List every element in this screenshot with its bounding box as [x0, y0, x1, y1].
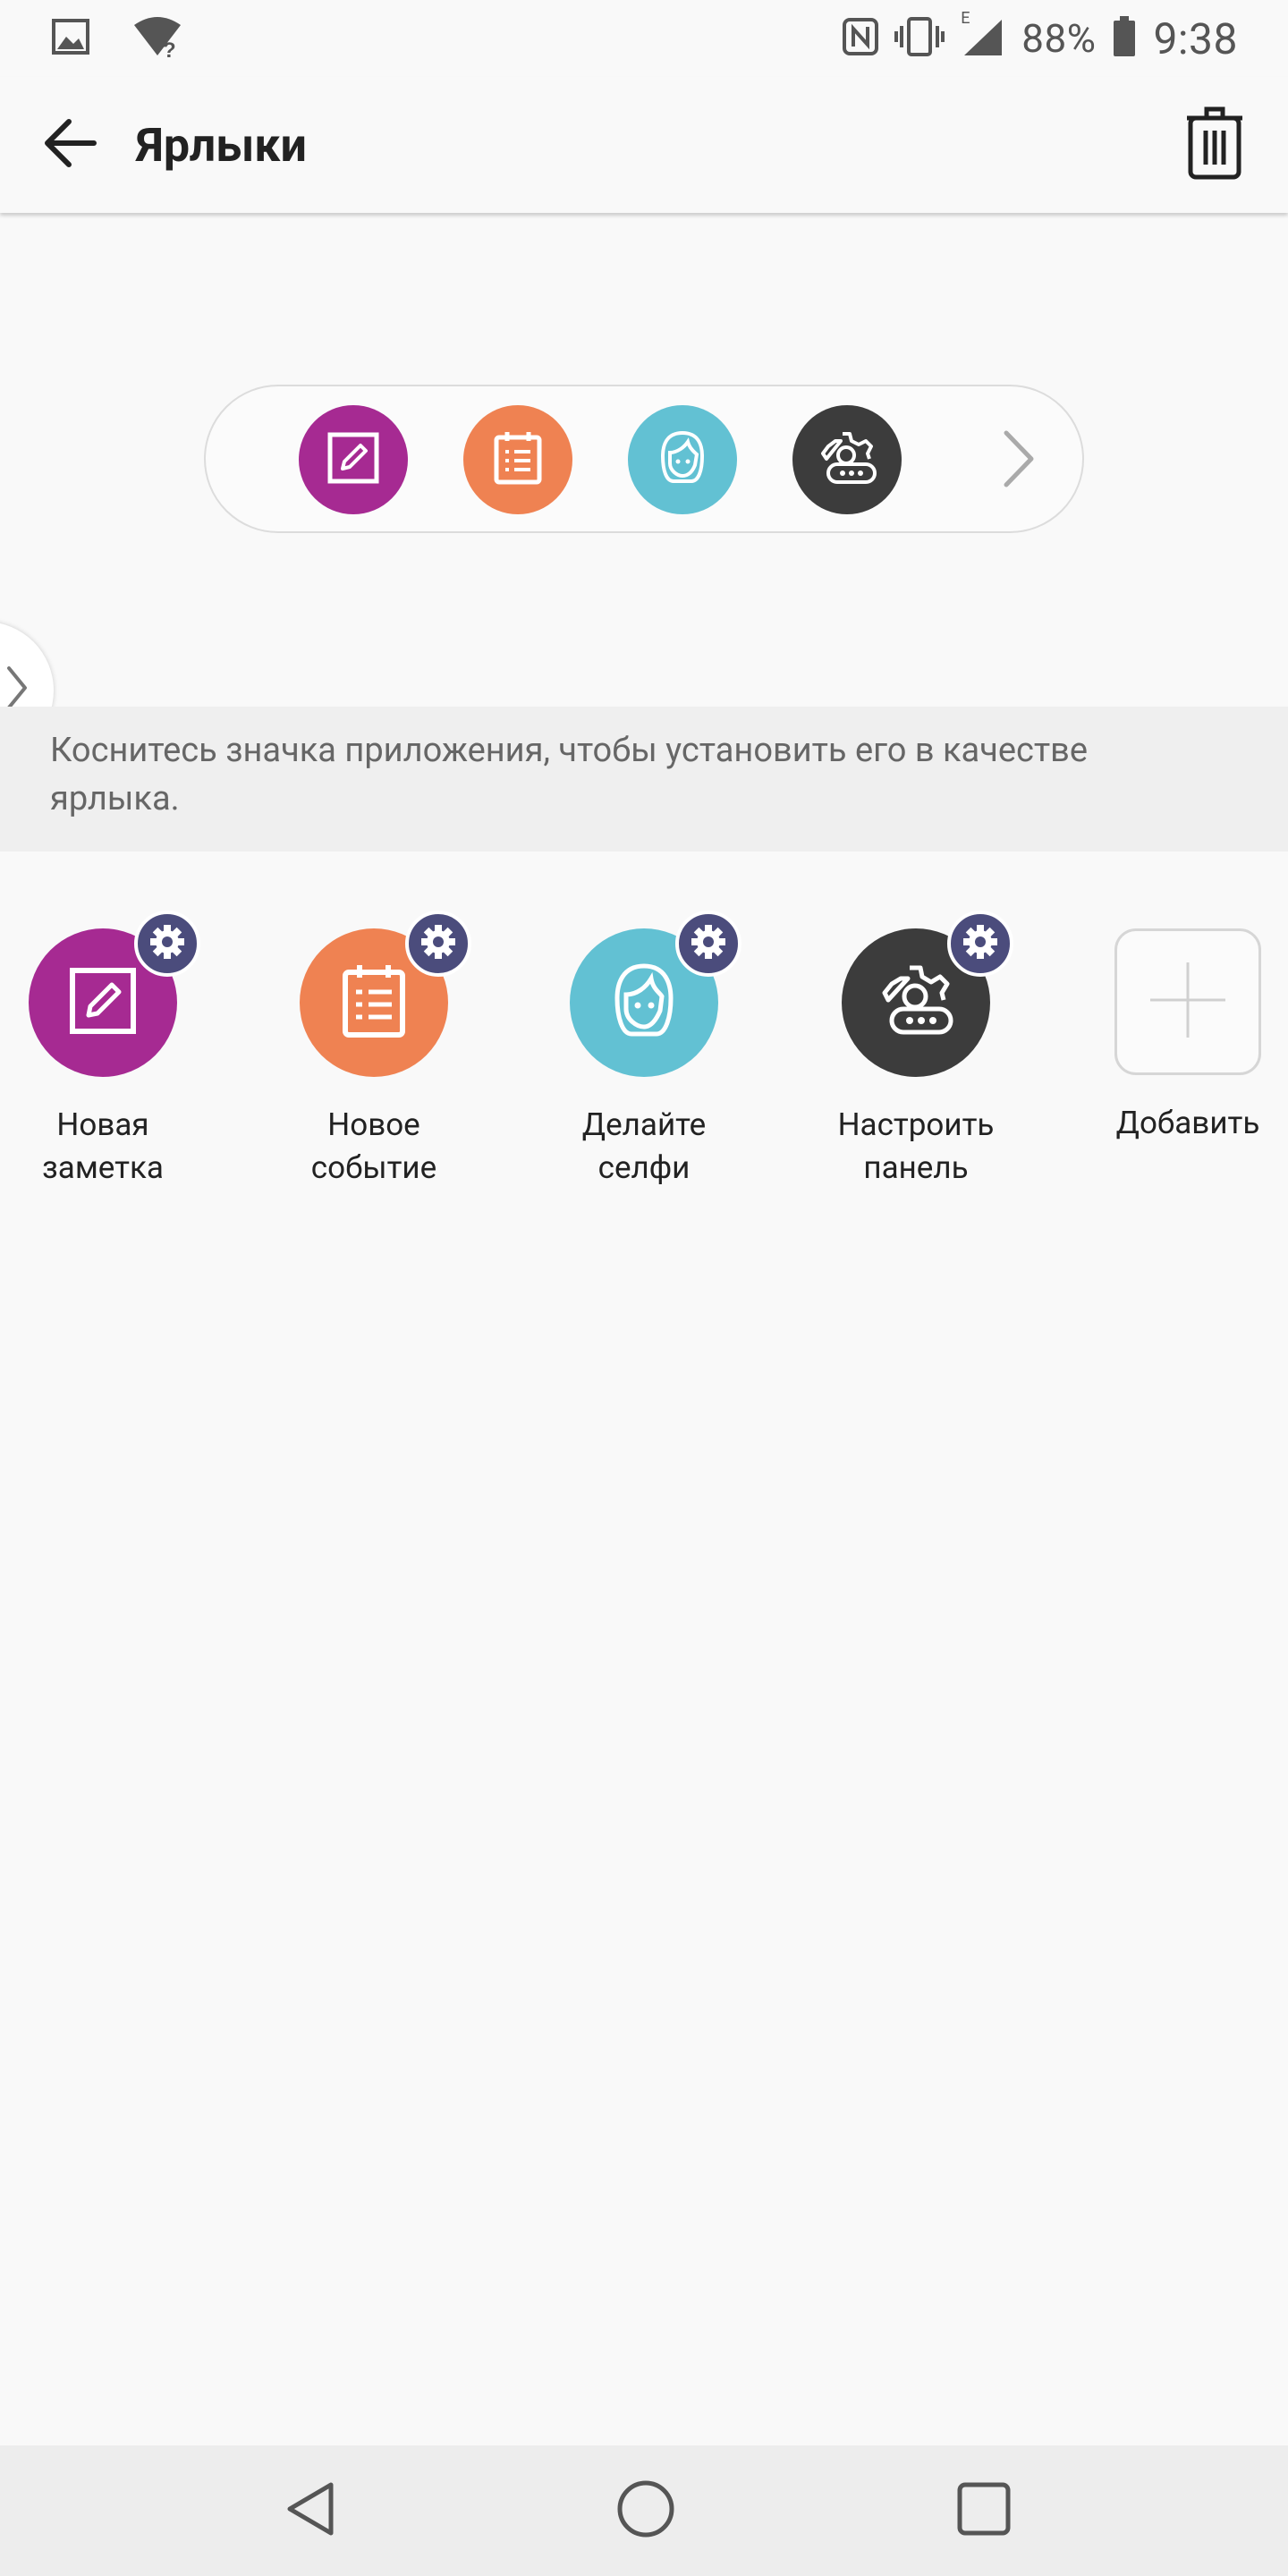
- status-bar: ? E 88% 9:38: [0, 0, 1288, 77]
- shortcut-take-selfie[interactable]: Делайте селфи: [541, 911, 747, 1190]
- svg-text:?: ?: [163, 38, 176, 57]
- signal-icon: E: [961, 9, 1005, 61]
- add-shortcut[interactable]: Добавить: [1085, 928, 1288, 1145]
- shortcut-label: Новое событие: [310, 1106, 437, 1186]
- preview-note-item[interactable]: [299, 405, 408, 514]
- navigation-bar: [0, 2445, 1288, 2576]
- arrow-back-icon: [42, 118, 97, 172]
- nfc-icon: [843, 18, 879, 59]
- shortcut-label: Новая заметка: [42, 1106, 164, 1186]
- shortcut-icon[interactable]: [570, 911, 741, 1077]
- selfie-icon: [656, 429, 709, 490]
- shortcut-customize-panel[interactable]: Настроить панель: [813, 911, 1019, 1190]
- gear-icon: [690, 923, 727, 964]
- note-icon: [326, 431, 380, 488]
- home-circle-icon: [616, 2479, 675, 2542]
- gear-icon: [962, 923, 999, 964]
- recents-square-icon: [956, 2481, 1012, 2540]
- vibrate-icon: [894, 17, 945, 60]
- back-button[interactable]: [34, 109, 106, 181]
- shortcut-settings-button[interactable]: [134, 911, 200, 977]
- page-title: Ярлыки: [136, 118, 308, 173]
- shortcut-label: Настроить панель: [837, 1106, 995, 1186]
- hint-text: Коснитесь значка приложения, чтобы устан…: [50, 731, 1089, 818]
- shortcut-icon[interactable]: [300, 911, 471, 1077]
- calendar-icon: [338, 963, 410, 1042]
- gear-icon: [148, 923, 186, 964]
- shortcut-new-note[interactable]: Новая заметка: [0, 911, 206, 1190]
- battery-percent: 88%: [1021, 15, 1097, 62]
- shortcut-icon[interactable]: [842, 911, 1013, 1077]
- wifi-unknown-icon: ?: [132, 16, 182, 63]
- shortcut-new-event[interactable]: Новое событие: [271, 911, 477, 1190]
- shortcut-settings-button[interactable]: [947, 911, 1013, 977]
- note-icon: [67, 965, 139, 1040]
- plus-icon: [1147, 959, 1229, 1045]
- calendar-icon: [491, 430, 545, 489]
- trash-icon: [1185, 106, 1244, 184]
- shortcut-preview-bar: [204, 385, 1084, 533]
- battery-icon: [1112, 16, 1137, 61]
- nav-home-button[interactable]: [607, 2472, 684, 2549]
- nav-back-button[interactable]: [272, 2472, 349, 2549]
- preview-calendar-item[interactable]: [463, 405, 572, 514]
- delete-button[interactable]: [1170, 100, 1259, 190]
- app-bar: Ярлыки: [0, 77, 1288, 213]
- gallery-icon: [52, 19, 89, 58]
- preview-settings-panel-item[interactable]: [792, 405, 902, 514]
- nav-recents-button[interactable]: [945, 2472, 1022, 2549]
- back-triangle-icon: [283, 2479, 338, 2542]
- shortcut-label: Делайте селфи: [581, 1106, 707, 1186]
- selfie-icon: [608, 962, 680, 1043]
- add-shortcut-label: Добавить: [1115, 1105, 1260, 1141]
- hint-banner: Коснитесь значка приложения, чтобы устан…: [0, 707, 1288, 852]
- shortcut-settings-button[interactable]: [405, 911, 471, 977]
- settings-panel-icon: [876, 962, 956, 1043]
- add-shortcut-button[interactable]: [1114, 928, 1261, 1075]
- settings-panel-icon: [816, 428, 878, 491]
- gear-icon: [419, 923, 457, 964]
- shortcut-icon[interactable]: [29, 911, 200, 1077]
- chevron-right-icon: [1001, 429, 1037, 492]
- preview-selfie-item[interactable]: [628, 405, 737, 514]
- preview-next-button[interactable]: [987, 426, 1050, 496]
- clock: 9:38: [1153, 13, 1238, 64]
- shortcut-settings-button[interactable]: [675, 911, 741, 977]
